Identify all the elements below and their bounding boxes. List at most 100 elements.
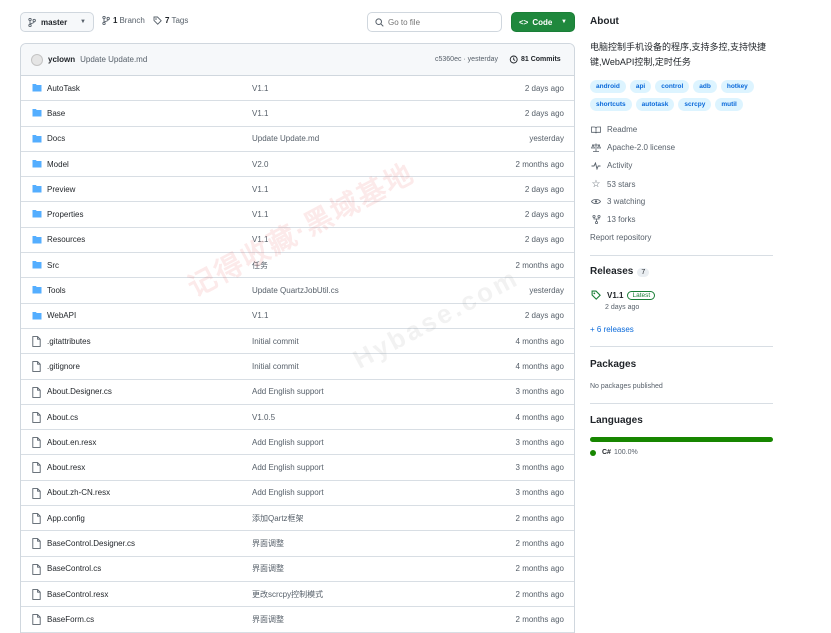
file-row[interactable]: WebAPI V1.1 2 days ago <box>21 304 574 329</box>
file-name-link[interactable]: AutoTask <box>47 84 80 93</box>
topic-tag[interactable]: scrcpy <box>678 98 712 111</box>
report-repository-link[interactable]: Report repository <box>590 233 651 242</box>
file-name-link[interactable]: About.cs <box>47 413 78 422</box>
stars-link[interactable]: ☆ 53 stars <box>590 179 636 190</box>
file-row[interactable]: App.config 添加Qartz框架 2 months ago <box>21 506 574 532</box>
file-name-link[interactable]: .gitignore <box>47 362 80 371</box>
watching-link[interactable]: 3 watching <box>590 197 645 206</box>
file-row[interactable]: About.cs V1.0.5 4 months ago <box>21 405 574 431</box>
file-commit-message-link[interactable]: Add English support <box>252 387 324 396</box>
file-commit-age: 2 days ago <box>524 235 564 245</box>
file-name-link[interactable]: WebAPI <box>47 311 76 320</box>
file-row[interactable]: About.zh-CN.resx Add English support 3 mon… <box>21 481 574 507</box>
commit-hash-time[interactable]: c5360ec · yesterday <box>435 56 498 63</box>
file-row[interactable]: .gitignore Initial commit 4 months ago <box>21 354 574 380</box>
topic-tag[interactable]: api <box>629 80 652 93</box>
file-row[interactable]: Tools Update QuartzJobUtil.cs yesterday <box>21 278 574 304</box>
readme-link[interactable]: Readme <box>590 125 637 134</box>
commits-history-link[interactable]: 81 Commits <box>509 55 561 64</box>
file-name-link[interactable]: Properties <box>47 210 83 219</box>
file-name-link[interactable]: About.zh-CN.resx <box>47 488 110 497</box>
file-row[interactable]: Resources V1.1 2 days ago <box>21 228 574 254</box>
file-commit-message-link[interactable]: V1.0.5 <box>252 413 275 422</box>
releases-heading[interactable]: Releases 7 <box>590 266 650 277</box>
topic-tag[interactable]: autotask <box>635 98 675 111</box>
activity-link[interactable]: Activity <box>590 161 632 170</box>
file-commit-message-link[interactable]: 界面调整 <box>252 563 284 574</box>
file-name-link[interactable]: About.Designer.cs <box>47 387 112 396</box>
file-row[interactable]: Src 任务 2 months ago <box>21 253 574 279</box>
file-row[interactable]: BaseControl.resx 更改scrcpy控制模式 2 months ago <box>21 582 574 608</box>
topic-tag[interactable]: control <box>655 80 690 93</box>
file-commit-message-link[interactable]: V1.1 <box>252 185 268 194</box>
file-row[interactable]: BaseForm.cs 界面调整 2 months ago <box>21 607 574 633</box>
file-name-link[interactable]: BaseControl.Designer.cs <box>47 539 135 548</box>
file-name-link[interactable]: Base <box>47 109 65 118</box>
file-commit-message-link[interactable]: Initial commit <box>252 337 299 346</box>
file-name-link[interactable]: Docs <box>47 134 65 143</box>
license-link[interactable]: Apache-2.0 license <box>590 143 675 152</box>
file-name-link[interactable]: BaseControl.resx <box>47 590 108 599</box>
file-commit-message-link[interactable]: V2.0 <box>252 160 268 169</box>
topic-tag[interactable]: adb <box>693 80 717 93</box>
file-row[interactable]: BaseControl.cs 界面调整 2 months ago <box>21 557 574 582</box>
file-name-link[interactable]: Src <box>47 261 59 270</box>
file-name-link[interactable]: Preview <box>47 185 75 194</box>
file-commit-message-link[interactable]: Add English support <box>252 438 324 447</box>
file-commit-message-link[interactable]: V1.1 <box>252 84 268 93</box>
file-commit-message-link[interactable]: Add English support <box>252 463 324 472</box>
file-commit-message-link[interactable]: V1.1 <box>252 210 268 219</box>
file-row[interactable]: About.en.resx Add English support 3 months… <box>21 430 574 456</box>
tags-link[interactable]: 7 Tags <box>153 16 188 25</box>
file-name-link[interactable]: Resources <box>47 235 85 244</box>
latest-release-link[interactable]: V1.1 Latest <box>590 290 656 300</box>
file-commit-message-link[interactable]: V1.1 <box>252 311 268 320</box>
file-name-link[interactable]: .gitattributes <box>47 337 91 346</box>
license-label: Apache-2.0 license <box>607 143 676 152</box>
packages-heading[interactable]: Packages <box>590 359 636 370</box>
more-releases-link[interactable]: + 6 releases <box>590 325 634 334</box>
file-name-link[interactable]: BaseForm.cs <box>47 615 94 624</box>
file-commit-message-link[interactable]: 更改scrcpy控制模式 <box>252 589 323 600</box>
file-name-link[interactable]: Model <box>47 160 69 169</box>
file-row[interactable]: About.resx Add English support 3 months ag… <box>21 455 574 481</box>
commit-author[interactable]: yclown <box>48 55 75 64</box>
file-commit-message-link[interactable]: 添加Qartz框架 <box>252 513 304 524</box>
topic-tag[interactable]: android <box>590 80 626 93</box>
file-name-link[interactable]: About.resx <box>47 463 85 472</box>
file-row[interactable]: Docs Update Update.md yesterday <box>21 127 574 152</box>
file-commit-message-link[interactable]: 界面调整 <box>252 614 284 625</box>
file-row[interactable]: AutoTask V1.1 2 days ago <box>21 76 574 102</box>
file-row[interactable]: Model V2.0 2 months ago <box>21 152 574 178</box>
go-to-file-search[interactable] <box>367 12 502 32</box>
file-name-link[interactable]: BaseControl.cs <box>47 564 101 573</box>
go-to-file-input[interactable] <box>388 17 488 27</box>
forks-link[interactable]: 13 forks <box>590 215 635 224</box>
topic-tag[interactable]: mutil <box>715 98 743 111</box>
commit-message[interactable]: Update Update.md <box>80 55 147 64</box>
file-name-link[interactable]: About.en.resx <box>47 438 96 447</box>
file-commit-message-link[interactable]: 界面调整 <box>252 538 284 549</box>
file-name-link[interactable]: Tools <box>47 286 66 295</box>
file-commit-message-link[interactable]: 任务 <box>252 260 268 271</box>
topic-tag[interactable]: hotkey <box>720 80 754 93</box>
file-row[interactable]: .gitattributes Initial commit 4 months ago <box>21 329 574 355</box>
file-row[interactable]: Base V1.1 2 days ago <box>21 101 574 127</box>
code-button[interactable]: <> Code ▼ <box>511 12 575 32</box>
file-row[interactable]: BaseControl.Designer.cs 界面调整 2 months ago <box>21 531 574 557</box>
file-row[interactable]: Preview V1.1 2 days ago <box>21 177 574 203</box>
file-commit-message-link[interactable]: Initial commit <box>252 362 299 371</box>
file-row[interactable]: Properties V1.1 2 days ago <box>21 202 574 228</box>
branches-link[interactable]: 1 Branch <box>102 16 145 25</box>
file-commit-message-link[interactable]: Update QuartzJobUtil.cs <box>252 286 339 295</box>
file-commit-message-link[interactable]: V1.1 <box>252 235 268 244</box>
branch-selector[interactable]: master ▼ <box>20 12 94 32</box>
file-name-link[interactable]: App.config <box>47 514 85 523</box>
file-row[interactable]: About.Designer.cs Add English support 3 mo… <box>21 380 574 405</box>
language-item-csharp[interactable]: C# 100.0% <box>590 449 638 456</box>
avatar[interactable] <box>31 53 43 66</box>
file-commit-message-link[interactable]: Update Update.md <box>252 134 319 143</box>
file-commit-message-link[interactable]: Add English support <box>252 488 324 497</box>
topic-tag[interactable]: shortcuts <box>590 98 632 111</box>
file-commit-message-link[interactable]: V1.1 <box>252 109 268 118</box>
